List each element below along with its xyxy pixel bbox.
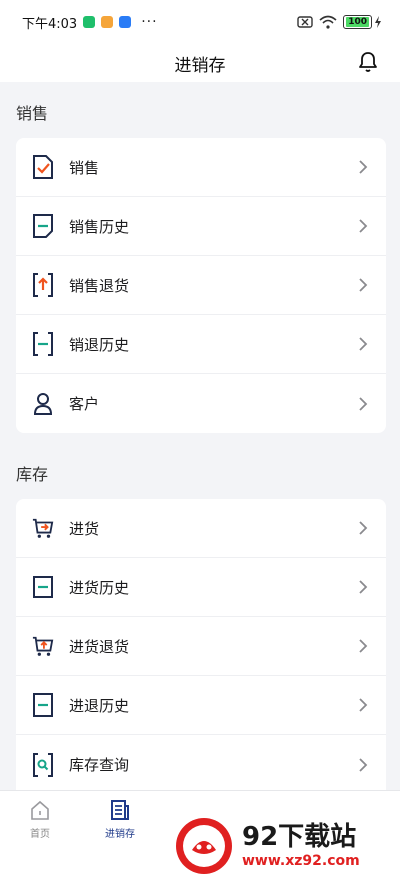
list-item-sales-history[interactable]: 销售历史 [16,197,386,256]
chevron-right-icon [359,278,368,292]
chevron-right-icon [359,337,368,351]
more-notifications-icon: ··· [141,14,158,30]
chevron-right-icon [359,580,368,594]
sales-card: 销售 销售历史 销售退货 销退历史 客户 [16,138,386,433]
document-icon [111,800,129,820]
watermark-text: 92下载站 www.xz92.com [242,822,360,870]
inventory-search-icon [32,752,54,778]
inventory-card: 进货 进货历史 进货退货 进退历史 库存查询 [16,499,386,794]
chevron-right-icon [359,639,368,653]
purchase-return-icon [32,633,54,659]
chevron-right-icon [359,757,368,772]
tab-label: 首页 [30,829,50,840]
purchase-history-icon [32,574,54,600]
return-history-icon [32,331,54,357]
page-title: 进销存 [174,55,226,76]
customer-icon [32,391,54,417]
list-item-customer[interactable]: 客户 [16,374,386,433]
list-item-purchase[interactable]: 进货 [16,499,386,558]
status-right: 100 [297,15,382,29]
section-title-sales: 销售 [16,104,49,123]
tab-label: 进销存 [105,829,135,840]
watermark-url: www.xz92.com [242,853,360,869]
chevron-right-icon [359,160,368,174]
list-item-label: 进货历史 [69,578,130,597]
list-item-label: 销售历史 [69,217,130,236]
status-time: 下午4:03 [22,16,78,32]
list-item-label: 进退历史 [69,696,130,715]
sales-history-icon [32,213,54,239]
battery-level: 100 [346,17,369,27]
list-item-label: 库存查询 [69,756,130,774]
list-item-purchase-history[interactable]: 进货历史 [16,558,386,617]
notification-bell-icon[interactable] [356,50,380,74]
list-item-inventory-search[interactable]: 库存查询 [16,735,386,794]
list-item-label: 销售 [69,158,100,177]
watermark: 92下载站 www.xz92.com [172,810,398,882]
wechat-app-icon [83,16,96,28]
status-bar: 下午4:03 ··· 100 [0,0,400,44]
purchase-return-history-icon [32,692,54,718]
taobao-app-icon [101,16,114,28]
chevron-right-icon [359,521,368,535]
list-item-label: 销售退货 [69,276,130,295]
zhihu-app-icon [119,16,132,28]
watermark-logo-icon [176,818,232,874]
section-title-inventory: 库存 [16,465,49,484]
chevron-right-icon [359,698,368,712]
purchase-cart-icon [32,515,54,541]
list-item-label: 客户 [69,395,100,413]
list-item-sales[interactable]: 销售 [16,138,386,197]
home-icon [31,800,49,820]
tab-inventory[interactable]: 进销存 [80,791,160,848]
nav-bar: 进销存 [0,44,400,82]
chevron-right-icon [359,219,368,233]
watermark-title: 92下载站 [242,822,357,852]
chevron-right-icon [359,396,368,411]
list-item-return-history[interactable]: 销退历史 [16,315,386,374]
list-item-purchase-return-history[interactable]: 进退历史 [16,676,386,735]
sales-check-icon [32,154,54,180]
list-item-label: 进货 [69,519,100,538]
battery-indicator: 100 [343,15,382,29]
sim-off-icon [297,16,313,28]
list-item-sales-return[interactable]: 销售退货 [16,256,386,315]
status-left: 下午4:03 ··· [22,13,158,32]
list-item-purchase-return[interactable]: 进货退货 [16,617,386,676]
sales-return-icon [32,272,54,298]
charging-icon [375,16,381,28]
list-item-label: 进货退货 [69,637,130,656]
wifi-icon [319,15,337,29]
tab-home[interactable]: 首页 [0,791,80,848]
list-item-label: 销退历史 [69,335,130,354]
